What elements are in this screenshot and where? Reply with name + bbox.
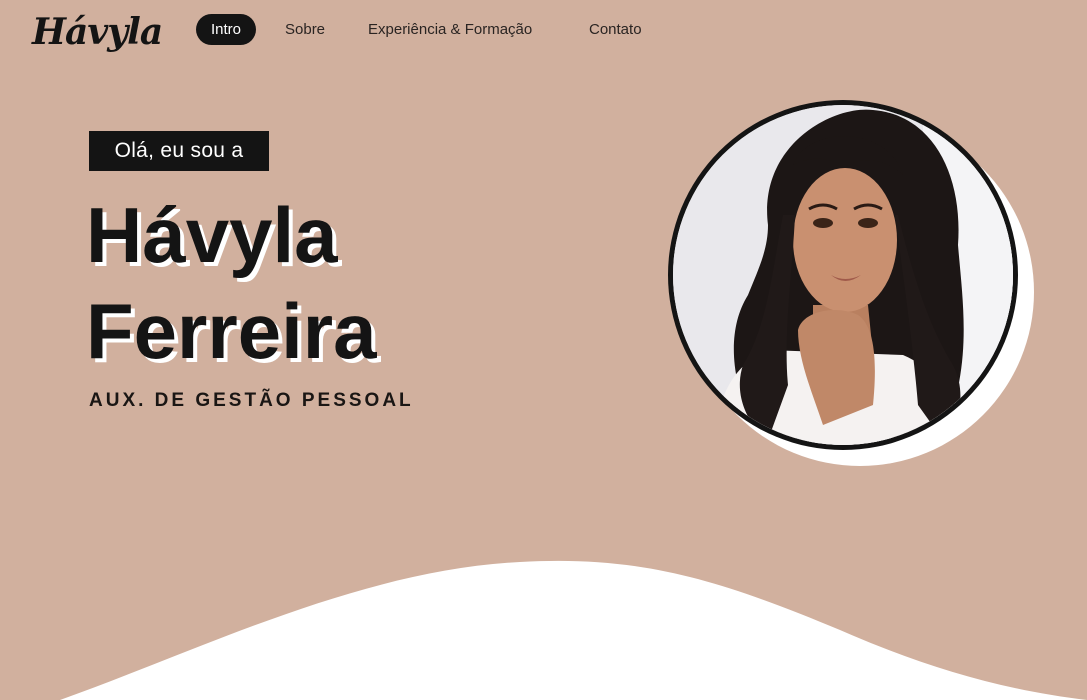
bottom-wave-divider xyxy=(0,560,1087,700)
nav-item-experiencia-formacao[interactable]: Experiência & Formação xyxy=(368,14,532,45)
hero-role: AUX. DE GESTÃO PESSOAL xyxy=(89,390,414,411)
nav-item-sobre[interactable]: Sobre xyxy=(285,14,325,45)
hero-first-name: Hávyla xyxy=(86,191,338,279)
top-navbar: Hávyla Intro Sobre Experiência & Formaçã… xyxy=(0,0,1087,60)
profile-photo xyxy=(673,105,1013,445)
portrait-illustration xyxy=(673,105,1013,445)
nav-item-intro[interactable]: Intro xyxy=(196,14,257,45)
greeting-badge: Olá, eu sou a xyxy=(89,131,269,171)
profile-photo-frame xyxy=(668,100,1018,450)
nav-item-contato[interactable]: Contato xyxy=(589,14,642,45)
brand-logo[interactable]: Hávyla xyxy=(32,10,163,54)
hero-last-name: Ferreira xyxy=(86,287,377,375)
